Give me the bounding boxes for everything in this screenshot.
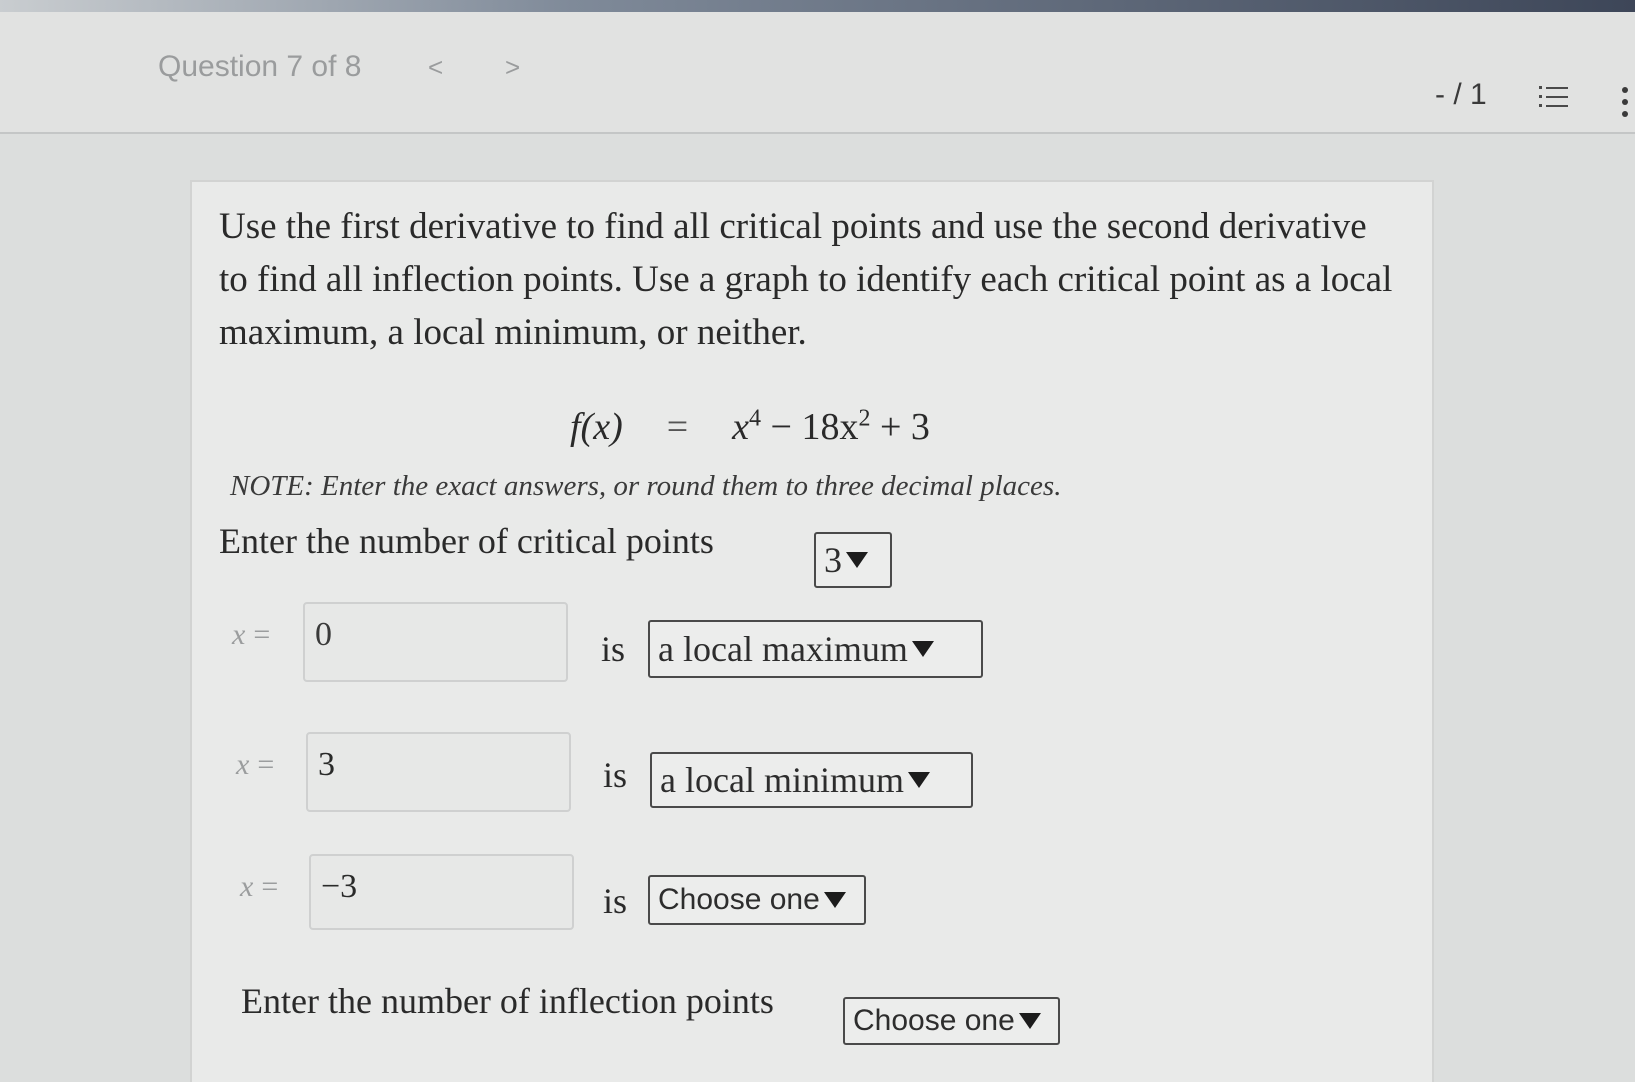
formula-equals: = — [666, 406, 689, 448]
formula-middle: − 18x — [761, 406, 859, 448]
inflection-count-label: Enter the number of inflection points — [241, 981, 774, 1021]
chevron-down-icon — [846, 552, 868, 568]
critical-count-select[interactable]: 3 — [814, 532, 892, 588]
formula-term1-exp: 4 — [749, 405, 762, 432]
formula-tail: + 3 — [870, 406, 930, 448]
formula-term1-base: x — [732, 406, 750, 448]
critical-point-2-label: x = — [236, 748, 274, 782]
function-formula: f(x) = x4 − 18x2 + 3 — [570, 405, 930, 449]
inflection-count-select[interactable]: Choose one — [843, 997, 1060, 1045]
is-label: is — [603, 881, 628, 921]
critical-point-3-label: x = — [240, 870, 278, 904]
formula-lhs: f(x) — [570, 406, 623, 448]
inflection-count-value: Choose one — [853, 1004, 1015, 1037]
problem-prompt: Use the first derivative to find all cri… — [219, 206, 1393, 353]
question-header: Question 7 of 8 < > - / 1 — [0, 12, 1635, 134]
classification-value: a local maximum — [658, 629, 908, 669]
prev-question-button[interactable]: < — [428, 52, 443, 83]
critical-point-2-input[interactable]: 3 — [306, 732, 571, 812]
score-display: - / 1 — [1435, 78, 1487, 111]
chevron-down-icon — [823, 892, 846, 908]
classification-value: Choose one — [658, 883, 820, 916]
critical-count-label: Enter the number of critical points — [219, 521, 714, 561]
critical-point-3-classification-select[interactable]: Choose one — [648, 875, 866, 925]
classification-value: a local minimum — [660, 760, 904, 800]
critical-point-1-input[interactable]: 0 — [303, 602, 568, 682]
critical-point-2-classification-select[interactable]: a local minimum — [650, 752, 973, 808]
is-label: is — [601, 629, 626, 669]
eq-sign: = — [253, 618, 271, 651]
more-vertical-icon[interactable] — [1620, 84, 1630, 120]
next-question-button[interactable]: > — [505, 52, 520, 83]
is-label: is — [603, 755, 628, 795]
chevron-down-icon — [1018, 1013, 1041, 1029]
var-label: x — [236, 748, 250, 781]
var-label: x — [232, 618, 246, 651]
chevron-down-icon — [907, 772, 930, 788]
top-strip — [0, 0, 1635, 12]
var-label: x — [240, 870, 254, 903]
note-text: NOTE: Enter the exact answers, or round … — [230, 470, 1062, 502]
critical-point-3-input[interactable]: −3 — [309, 854, 574, 930]
critical-point-1-classification-select[interactable]: a local maximum — [648, 620, 983, 678]
question-counter: Question 7 of 8 — [158, 50, 362, 83]
list-icon[interactable] — [1538, 82, 1570, 114]
critical-point-1-label: x = — [232, 618, 270, 652]
chevron-down-icon — [911, 641, 934, 657]
eq-sign: = — [261, 870, 279, 903]
formula-term2-exp: 2 — [858, 405, 871, 432]
critical-count-value: 3 — [824, 540, 842, 580]
eq-sign: = — [257, 748, 275, 781]
